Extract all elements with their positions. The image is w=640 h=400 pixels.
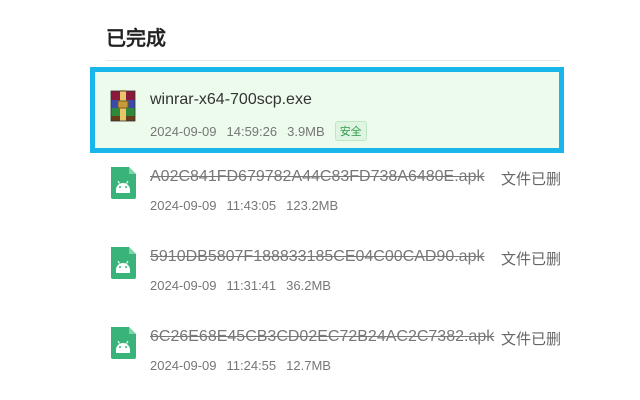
file-status: 文件已删除 bbox=[501, 250, 560, 268]
download-item-selected[interactable]: winrar-x64-700scp.exe 2024-09-09 14:59:26… bbox=[90, 67, 564, 153]
file-date: 2024-09-09 bbox=[150, 278, 217, 293]
download-item[interactable]: 6C26E68E45CB3CD02EC72B24AC2C7382.apk 文件已… bbox=[94, 308, 560, 386]
winrar-archive-icon bbox=[110, 90, 136, 122]
file-meta: 2024-09-09 14:59:26 3.9MB 安全 bbox=[150, 121, 377, 141]
file-time: 14:59:26 bbox=[226, 124, 278, 139]
file-date: 2024-09-09 bbox=[150, 198, 217, 213]
file-name[interactable]: 5910DB5807F188833185CE04C00CAD90.apk bbox=[150, 248, 484, 266]
file-time: 11:31:41 bbox=[226, 278, 277, 293]
download-item[interactable]: 5910DB5807F188833185CE04C00CAD90.apk 文件已… bbox=[94, 228, 560, 306]
file-time: 11:24:55 bbox=[226, 358, 277, 373]
file-size: 36.2MB bbox=[286, 278, 331, 293]
file-name[interactable]: 6C26E68E45CB3CD02EC72B24AC2C7382.apk bbox=[150, 328, 494, 346]
file-status: 文件已删除 bbox=[501, 170, 560, 188]
android-apk-icon bbox=[111, 167, 136, 199]
file-meta: 2024-09-09 11:31:41 36.2MB bbox=[150, 278, 341, 293]
file-meta: 2024-09-09 11:43:05 123.2MB bbox=[150, 198, 348, 213]
file-size: 3.9MB bbox=[287, 124, 325, 139]
android-apk-icon bbox=[111, 247, 136, 279]
file-status: 文件已删除 bbox=[501, 330, 560, 348]
file-date: 2024-09-09 bbox=[150, 358, 217, 373]
android-apk-icon bbox=[111, 327, 136, 359]
file-name[interactable]: A02C841FD679782A44C83FD738A6480E.apk bbox=[150, 168, 484, 186]
download-item[interactable]: A02C841FD679782A44C83FD738A6480E.apk 文件已… bbox=[94, 148, 560, 226]
file-date: 2024-09-09 bbox=[150, 124, 217, 139]
safe-badge: 安全 bbox=[334, 121, 367, 141]
file-time: 11:43:05 bbox=[226, 198, 277, 213]
file-size: 123.2MB bbox=[286, 198, 339, 213]
file-name[interactable]: winrar-x64-700scp.exe bbox=[150, 91, 312, 109]
file-meta: 2024-09-09 11:24:55 12.7MB bbox=[150, 358, 341, 373]
file-size: 12.7MB bbox=[286, 358, 331, 373]
download-list: winrar-x64-700scp.exe 2024-09-09 14:59:26… bbox=[0, 0, 640, 400]
